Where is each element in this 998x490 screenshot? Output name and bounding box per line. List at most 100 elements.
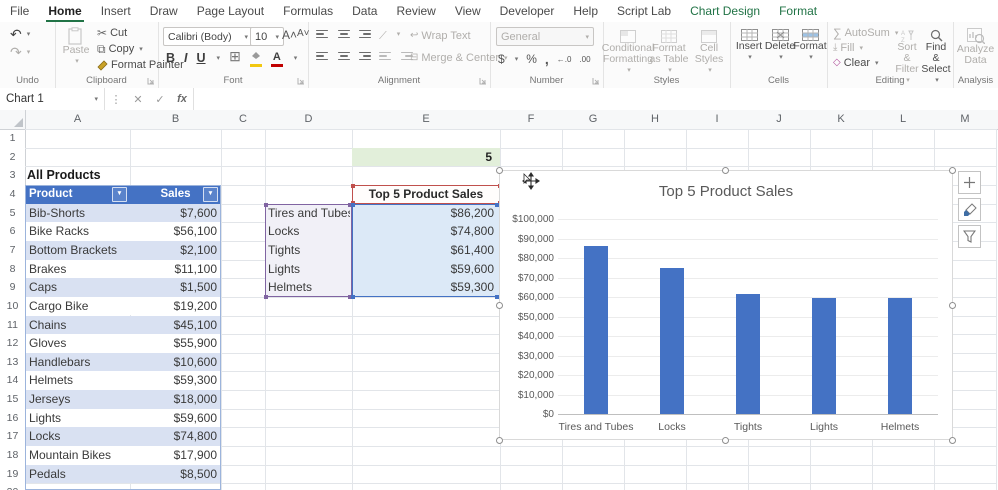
undo-button[interactable]: ↶ ▾ xyxy=(10,28,30,40)
chart-styles-button[interactable] xyxy=(958,198,981,221)
italic-button[interactable]: I xyxy=(184,51,187,65)
column-header-M[interactable]: M xyxy=(934,110,996,129)
font-name-select[interactable]: Calibri (Body) ▾ xyxy=(163,27,253,46)
row-header-10[interactable]: 10 xyxy=(0,297,25,316)
comma-format-button[interactable]: , xyxy=(545,51,549,67)
menu-tab-data[interactable]: Data xyxy=(352,4,377,18)
top5-value-cell[interactable]: $74,800 xyxy=(353,222,494,241)
chart-bar-2[interactable] xyxy=(660,268,684,414)
top5-value-cell[interactable]: $59,600 xyxy=(353,260,494,279)
dialog-launcher-icon[interactable] xyxy=(592,77,600,85)
more-options-icon[interactable]: ⋮ xyxy=(105,93,127,106)
enter-icon[interactable]: ✓ xyxy=(149,93,171,106)
chart-selection-handle[interactable] xyxy=(949,302,956,309)
product-cell[interactable]: Handlebars xyxy=(25,353,130,372)
format-as-table-button[interactable]: Format as Table ▾ xyxy=(649,30,689,76)
sales-cell[interactable]: $55,900 xyxy=(130,334,221,353)
chart-bar-4[interactable] xyxy=(812,298,836,414)
column-header-H[interactable]: H xyxy=(624,110,686,129)
menu-tab-file[interactable]: File xyxy=(10,4,29,18)
product-cell[interactable]: Bottom Brackets xyxy=(25,241,130,260)
conditional-formatting-button[interactable]: Conditional Formatting ▾ xyxy=(607,30,649,76)
product-cell[interactable]: Helmets xyxy=(25,371,130,390)
top5-names-range[interactable]: Tires and TubesLocksTightsLightsHelmets xyxy=(265,204,352,297)
product-cell[interactable]: Pedals xyxy=(25,465,130,484)
row-header-9[interactable]: 9 xyxy=(0,278,25,297)
copy-button[interactable]: ⧉ Copy ▾ xyxy=(97,43,143,55)
top5-value-cell[interactable]: $61,400 xyxy=(353,241,494,260)
align-left-icon[interactable] xyxy=(316,52,329,60)
row-header-15[interactable]: 15 xyxy=(0,390,25,409)
chart-elements-button[interactable] xyxy=(958,171,981,194)
row-header-5[interactable]: 5 xyxy=(0,204,25,223)
menu-tab-draw[interactable]: Draw xyxy=(150,4,178,18)
chart-bar-1[interactable] xyxy=(584,246,608,414)
sales-cell[interactable]: $11,100 xyxy=(130,260,221,279)
sales-cell[interactable]: $18,000 xyxy=(130,390,221,409)
row-header-7[interactable]: 7 xyxy=(0,241,25,260)
top5-name-cell[interactable]: Helmets xyxy=(268,278,350,297)
currency-format-button[interactable]: $ xyxy=(498,52,505,66)
font-size-select[interactable]: 10 ▾ xyxy=(250,27,284,46)
redo-button[interactable]: ↷ ▾ xyxy=(10,46,30,58)
row-header-4[interactable]: 4 xyxy=(0,185,25,204)
chart-selection-handle[interactable] xyxy=(496,167,503,174)
chart-selection-handle[interactable] xyxy=(722,167,729,174)
fill-button[interactable]: ⤓ Fill ▾ xyxy=(833,42,863,54)
column-header-L[interactable]: L xyxy=(872,110,934,129)
chart-selection-handle[interactable] xyxy=(949,437,956,444)
dialog-launcher-icon[interactable] xyxy=(479,77,487,85)
filter-dropdown-icon[interactable]: ▼ xyxy=(112,187,127,202)
sales-cell[interactable]: $7,600 xyxy=(130,204,221,223)
column-header-C[interactable]: C xyxy=(221,110,265,129)
chart-bar-5[interactable] xyxy=(888,298,912,414)
product-cell[interactable]: Jerseys xyxy=(25,390,130,409)
row-header-17[interactable]: 17 xyxy=(0,427,25,446)
formula-input[interactable] xyxy=(193,88,998,110)
row-header-20[interactable]: 20 xyxy=(0,483,25,490)
product-cell[interactable]: Bib-Shorts xyxy=(25,204,130,223)
bold-button[interactable]: B xyxy=(166,51,175,65)
menu-tab-format[interactable]: Format xyxy=(779,4,817,18)
menu-tab-script-lab[interactable]: Script Lab xyxy=(617,4,671,18)
row-header-11[interactable]: 11 xyxy=(0,316,25,335)
chart-filters-button[interactable] xyxy=(958,225,981,248)
sales-cell[interactable]: $2,100 xyxy=(130,241,221,260)
align-middle-icon[interactable] xyxy=(337,30,350,42)
row-header-13[interactable]: 13 xyxy=(0,353,25,372)
increase-decimal-button[interactable]: ←.0 xyxy=(557,55,572,64)
decrease-decimal-button[interactable]: .00 xyxy=(579,55,590,64)
sales-cell[interactable]: $1,500 xyxy=(130,278,221,297)
sales-cell[interactable]: $17,900 xyxy=(130,446,221,465)
column-header-K[interactable]: K xyxy=(810,110,872,129)
top5-header-cell[interactable]: Top 5 Product Sales xyxy=(352,185,500,204)
menu-tab-view[interactable]: View xyxy=(455,4,481,18)
menu-tab-help[interactable]: Help xyxy=(573,4,598,18)
menu-tab-home[interactable]: Home xyxy=(48,4,81,18)
column-header-J[interactable]: J xyxy=(748,110,810,129)
number-format-select[interactable]: General ▾ xyxy=(496,27,594,46)
row-header-1[interactable]: 1 xyxy=(0,129,25,148)
menu-tab-formulas[interactable]: Formulas xyxy=(283,4,333,18)
row-header-19[interactable]: 19 xyxy=(0,465,25,484)
autosum-button[interactable]: ∑ AutoSum ▾ xyxy=(833,27,898,39)
analyze-data-button[interactable]: Analyze Data xyxy=(956,28,995,66)
row-header-3[interactable]: 3 xyxy=(0,166,25,185)
table-header-product[interactable]: Product▼ xyxy=(25,185,130,204)
sales-cell[interactable]: $8,500 xyxy=(130,465,221,484)
chart-selection-handle[interactable] xyxy=(496,437,503,444)
top5-value-cell[interactable]: $86,200 xyxy=(353,204,494,223)
column-header-A[interactable]: A xyxy=(25,110,130,129)
column-header-F[interactable]: F xyxy=(500,110,562,129)
product-cell[interactable]: Chains xyxy=(25,316,130,335)
delete-cells-button[interactable]: Delete ▾ xyxy=(766,29,794,63)
column-header-D[interactable]: D xyxy=(265,110,352,129)
sales-cell[interactable]: $59,600 xyxy=(130,409,221,428)
align-bottom-icon[interactable] xyxy=(358,30,371,42)
wrap-text-button[interactable]: ↩ Wrap Text xyxy=(410,30,471,42)
sales-cell[interactable]: $59,300 xyxy=(130,371,221,390)
underline-button[interactable]: U xyxy=(197,51,206,65)
cut-button[interactable]: ✂ Cut xyxy=(97,27,127,39)
top5-values-range[interactable]: $86,200$74,800$61,400$59,600$59,300 xyxy=(352,204,500,297)
sales-cell[interactable]: $19,200 xyxy=(130,297,221,316)
